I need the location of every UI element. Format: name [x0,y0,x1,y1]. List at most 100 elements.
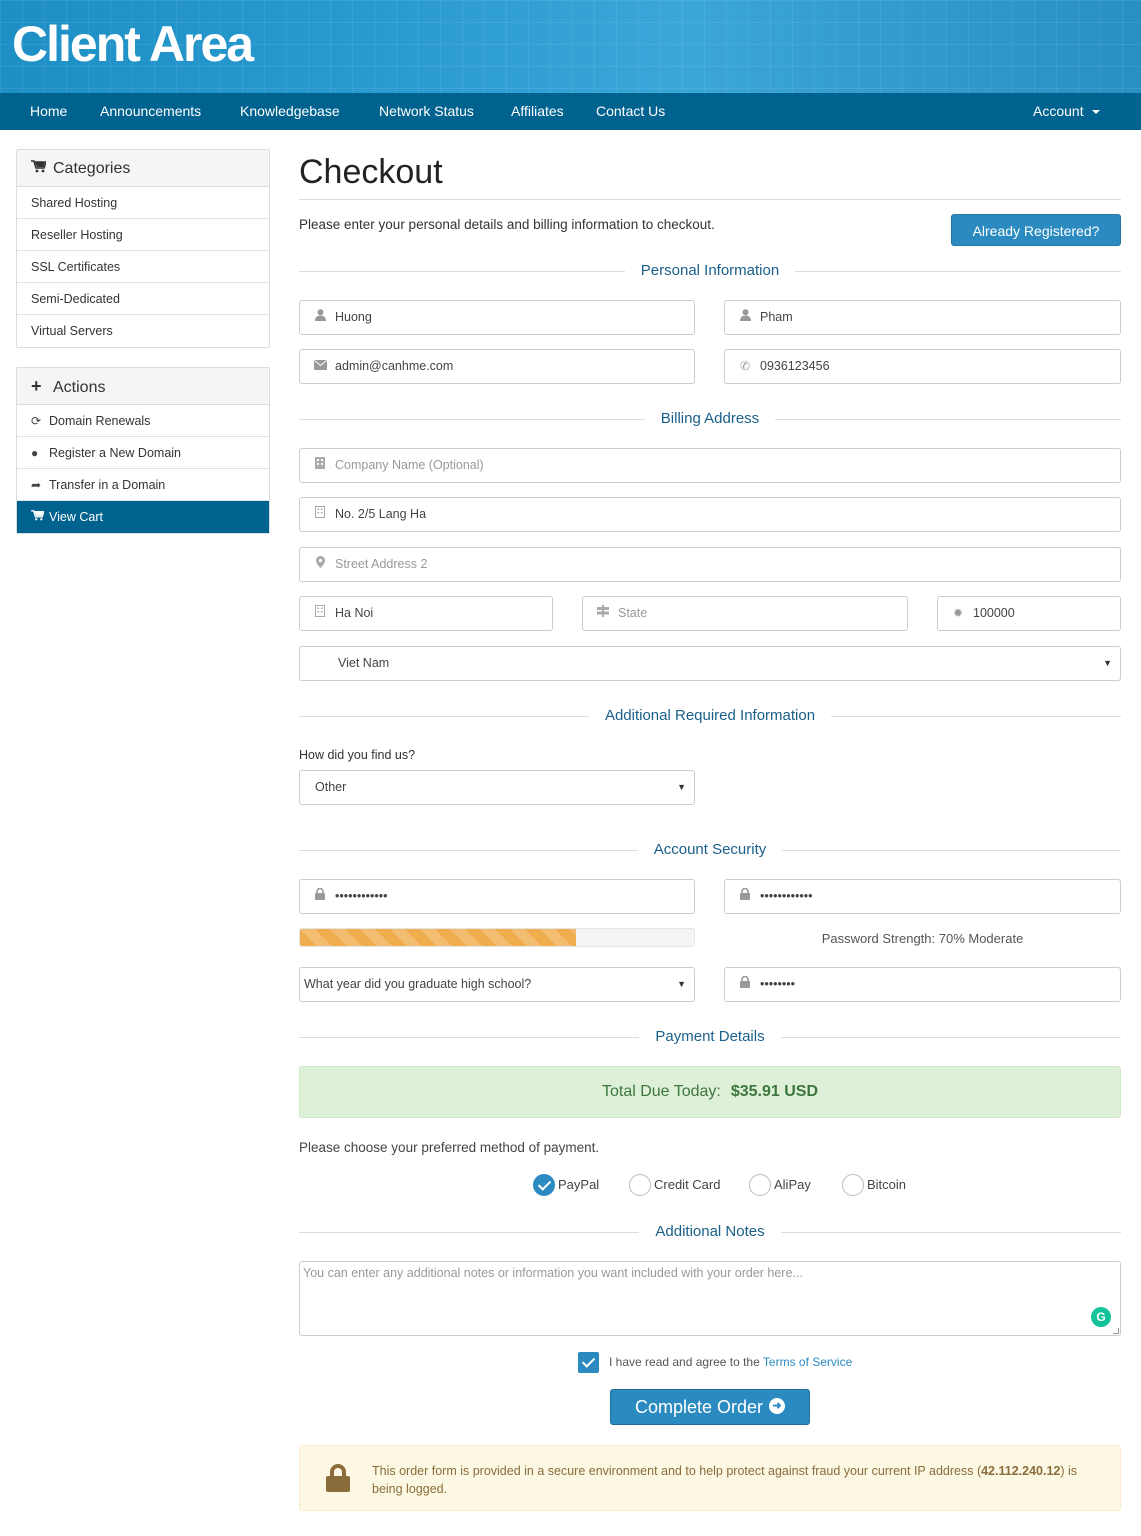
total-due-label: Total Due Today: [601,1083,721,1100]
lock-icon [326,1464,350,1492]
secure-notice-text: This order form is provided in a secure … [372,1462,1092,1498]
radio-checked-icon[interactable] [533,1174,555,1196]
envelope-icon [312,350,328,383]
secure-notice-box: This order form is provided in a secure … [299,1445,1121,1511]
section-title: Account Security [637,841,783,858]
section-title: Payment Details [639,1028,781,1045]
city-value: Ha Noi [335,606,374,620]
sidebar-item-view-cart[interactable]: View Cart [17,501,269,533]
already-registered-button[interactable]: Already Registered? [951,214,1121,246]
nav-home[interactable]: Home [30,93,67,130]
tos-label: I have read and agree to the Terms of Se… [609,1355,852,1369]
payment-method-intro: Please choose your preferred method of p… [299,1140,600,1155]
lock-icon [737,880,753,913]
grammarly-icon[interactable]: G [1091,1307,1111,1327]
address-line2-field[interactable]: Street Address 2 [299,547,1121,582]
nav-knowledgebase[interactable]: Knowledgebase [240,93,340,130]
arrow-circle-right-icon: ➜ [769,1398,786,1415]
globe-icon: ● [31,446,39,460]
nav-network-status[interactable]: Network Status [379,93,474,130]
nav-affiliates[interactable]: Affiliates [511,93,564,130]
actions-panel-header: + Actions [17,368,269,405]
nav-account-label: Account [1033,103,1084,119]
sidebar-item-label: Register a New Domain [49,446,181,460]
tos-checkbox[interactable] [578,1352,599,1373]
password-confirm-field[interactable]: •••••••••••• [724,879,1121,914]
state-field[interactable]: State [582,596,908,631]
actions-title: Actions [53,379,106,396]
title-divider [299,199,1121,200]
postcode-field[interactable]: ✹ 100000 [937,596,1121,631]
tos-link[interactable]: Terms of Service [763,1355,852,1369]
password-strength-fill [300,929,576,946]
building-icon [312,449,328,482]
nav-contact-us[interactable]: Contact Us [596,93,665,130]
phone-value: 0936123456 [760,359,830,373]
phone-icon: ✆ [739,359,751,373]
sidebar-item-semi-dedicated[interactable]: Semi-Dedicated [17,283,269,315]
nav-announcements[interactable]: Announcements [100,93,201,130]
password-field[interactable]: •••••••••••• [299,879,695,914]
email-value: admin@canhme.com [335,359,454,373]
password-strength-bar [299,928,695,947]
logo[interactable]: Client Area [12,14,254,74]
sidebar-item-ssl-certificates[interactable]: SSL Certificates [17,251,269,283]
radio-unchecked-icon[interactable] [629,1174,651,1196]
section-billing-address: Billing Address [299,409,1121,429]
user-icon [737,301,753,334]
lock-icon [737,968,753,1001]
categories-panel-header: Categories [17,150,269,187]
sidebar-item-transfer-domain[interactable]: ➦ Transfer in a Domain [17,469,269,501]
main-navbar: Home Announcements Knowledgebase Network… [0,93,1141,130]
postcode-value: 100000 [973,606,1015,620]
section-title: Personal Information [624,262,796,279]
radio-unchecked-icon[interactable] [749,1174,771,1196]
last-name-value: Pham [760,310,793,324]
sidebar-item-reseller-hosting[interactable]: Reseller Hosting [17,219,269,251]
select-arrow-icon: ▼ [1103,658,1112,668]
sidebar-item-virtual-servers[interactable]: Virtual Servers [17,315,269,347]
security-question-select[interactable]: What year did you graduate high school? … [299,967,695,1002]
country-select[interactable]: Viet Nam ▼ [299,646,1121,681]
ip-address: 42.112.240.12 [981,1464,1061,1478]
building-outline-icon [312,498,328,531]
nav-account-dropdown[interactable]: Account [1033,93,1100,130]
first-name-field[interactable]: Huong [299,300,695,335]
security-answer-field[interactable]: •••••••• [724,967,1121,1002]
notes-placeholder: You can enter any additional notes or in… [303,1266,803,1280]
complete-order-label: Complete Order [634,1397,764,1417]
share-arrow-icon: ➦ [31,478,42,492]
phone-field[interactable]: ✆ 0936123456 [724,349,1121,384]
section-personal-information: Personal Information [299,261,1121,281]
section-title: Billing Address [644,410,776,427]
building-outline-icon [312,597,328,630]
section-title: Additional Required Information [588,707,832,724]
additional-notes-textarea[interactable]: You can enter any additional notes or in… [299,1261,1121,1336]
complete-order-button[interactable]: Complete Order ➜ [610,1389,810,1425]
sidebar-item-domain-renewals[interactable]: ⟳ Domain Renewals [17,405,269,437]
how-find-us-select[interactable]: Other ▼ [299,770,695,805]
email-field[interactable]: admin@canhme.com [299,349,695,384]
tos-text: I have read and agree to the [609,1355,763,1369]
payment-option-label: Credit Card [654,1177,721,1192]
sidebar-item-shared-hosting[interactable]: Shared Hosting [17,187,269,219]
last-name-field[interactable]: Pham [724,300,1121,335]
secure-notice-before: This order form is provided in a secure … [372,1464,982,1478]
sidebar-item-register-domain[interactable]: ● Register a New Domain [17,437,269,469]
city-field[interactable]: Ha Noi [299,596,553,631]
refresh-icon: ⟳ [31,414,42,428]
resize-handle-icon[interactable] [1113,1328,1119,1334]
company-name-placeholder: Company Name (Optional) [335,458,484,472]
security-question-value: What year did you graduate high school? [304,977,532,991]
checkout-intro: Please enter your personal details and b… [299,217,715,232]
payment-option-label: PayPal [558,1177,600,1192]
lock-icon [312,880,328,913]
address-line1-field[interactable]: No. 2/5 Lang Ha [299,497,1121,532]
shopping-cart-icon [31,150,48,187]
section-payment-details: Payment Details [299,1027,1121,1047]
signpost-icon [595,597,611,630]
radio-unchecked-icon[interactable] [842,1174,864,1196]
company-name-field[interactable]: Company Name (Optional) [299,448,1121,483]
section-additional-info: Additional Required Information [299,706,1121,726]
payment-option-label: Bitcoin [867,1177,907,1192]
